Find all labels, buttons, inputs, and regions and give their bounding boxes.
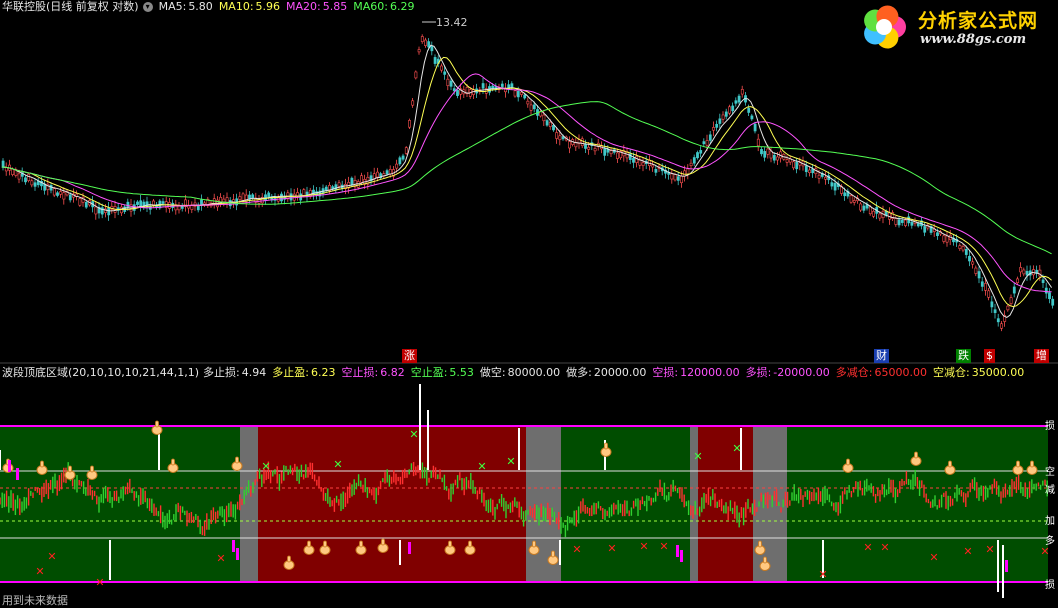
indicator-label: 多减仓: [835,366,873,379]
indicator-value: 6.82 [380,366,405,379]
event-marker[interactable]: 财 [874,349,889,363]
indicator-value: -20000.00 [773,366,830,379]
logo-flower [864,5,906,49]
indicator-label: 多止盈: [272,366,309,379]
logo-flower-icon [864,5,906,49]
right-label: 减 [1045,485,1055,496]
indicator-label: 空止盈: [410,366,448,379]
indicator-label: 空减仓: [932,366,970,379]
right-label: 空 [1045,467,1055,478]
indicator-item: 多损: -20000.00 [746,366,830,379]
indicator-value: 6.23 [310,366,336,379]
indicator-value: 4.94 [241,366,267,379]
indicator-item: 做多: 20000.00 [566,366,646,379]
indicator-value: 120000.00 [680,366,740,379]
event-marker[interactable]: $ [984,349,995,363]
indicator-item: 做空: 80000.00 [480,366,560,379]
indicator-item: 空损: 120000.00 [652,366,739,379]
right-label: 损 [1045,421,1055,432]
indicator-header: 波段顶底区域(20,10,10,10,21,44,1,1) 多止损: 4.94 多止盈… [2,366,1036,380]
indicator-label: 空损: [652,366,679,379]
logo-url: www.88gs.com [920,32,1027,47]
indicator-value: 65000.00 [874,366,927,379]
indicator-label: 做空: [479,366,506,379]
indicator-value: 5.53 [449,366,474,379]
indicator-item: 多减仓: 65000.00 [836,366,927,379]
indicator-value: 35000.00 [971,366,1025,379]
indicator-item: 空止盈: 5.53 [411,366,474,379]
right-label: 损 [1045,580,1055,591]
stock-chart-window: ✕ ✕ ✕ ✕ ✕ ✕ ✕ ✕ ✕ ✕ ✕ ✕ ✕ ✕ ✕ ✕ ✕ ✕ ✕ ✕ ✕ ✕ 华联控股(日线 前复权 对数) ▾ M… [0,0,1058,607]
indicator-values: 多止损: 4.94 多止盈: 6.23 空止损: 6.82 空止盈: 5.53 做空: 80000… [203,366,1030,379]
indicator-label: 多止损: [203,366,240,379]
right-label: 加 [1045,516,1055,527]
event-marker[interactable]: 涨 [402,349,417,363]
indicator-label: 多损: [745,366,772,379]
right-label: 多 [1045,536,1055,547]
indicator-item: 多止损: 4.94 [203,366,266,379]
indicator-value: 80000.00 [507,366,561,379]
logo-text: 分析家公式网 [918,10,1039,32]
event-marker[interactable]: 增 [1034,349,1049,363]
indicator-item: 空减仓: 35000.00 [933,366,1024,379]
indicator-item: 多止盈: 6.23 [272,366,335,379]
logo-center [876,19,892,35]
indicator-value: 20000.00 [593,366,647,379]
indicator-label: 做多: [566,366,592,379]
event-marker[interactable]: 跌 [956,349,971,363]
indicator-title: 波段顶底区域(20,10,10,10,21,44,1,1) [2,366,200,379]
indicator-label: 空止损: [341,366,379,379]
bottom-note: 用到未来数据 [2,594,68,607]
indicator-item: 空止损: 6.82 [341,366,404,379]
